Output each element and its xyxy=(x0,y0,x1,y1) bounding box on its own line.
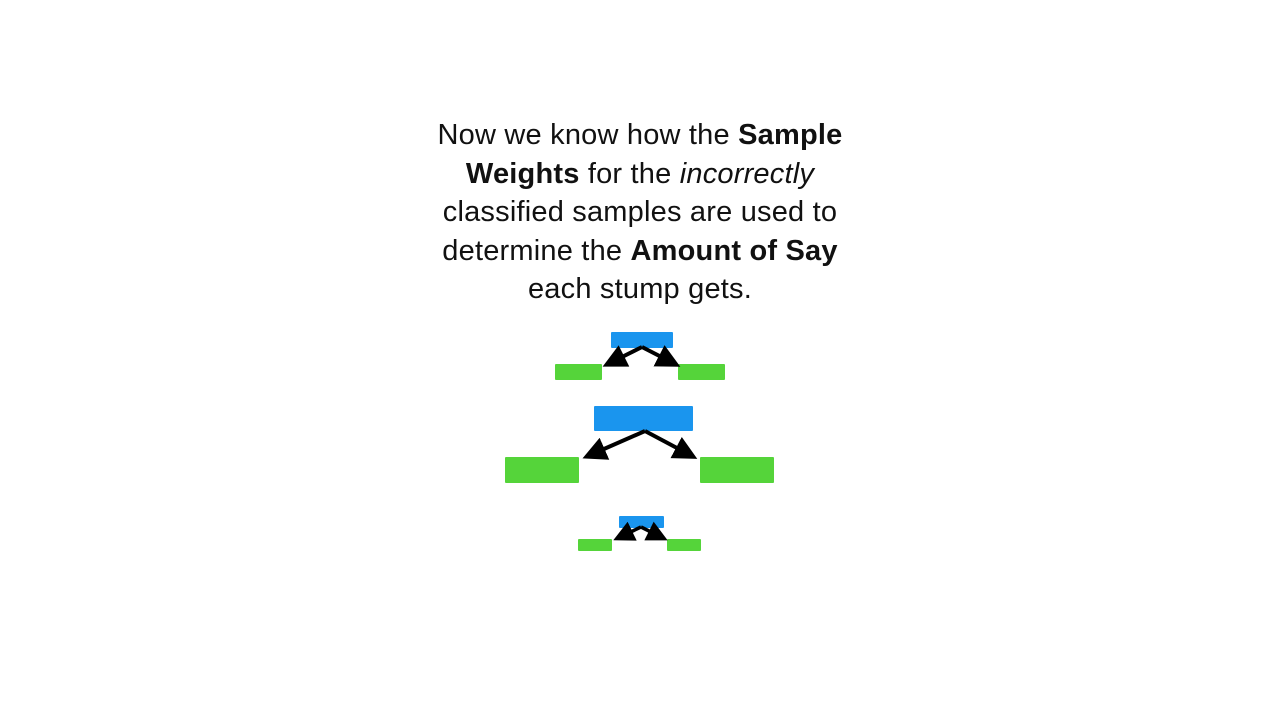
leaf-node-left xyxy=(555,364,602,380)
leaf-node-left xyxy=(578,539,612,551)
leaf-node-left xyxy=(505,457,579,483)
leaf-node-right xyxy=(678,364,725,380)
stump-smallest-bottom xyxy=(578,516,701,551)
arrow-right xyxy=(641,345,681,367)
arrow-left xyxy=(613,521,642,541)
root-node xyxy=(594,406,693,431)
root-node xyxy=(611,332,673,348)
arrow-right xyxy=(644,429,698,459)
slide: Now we know how the Sample Weights for t… xyxy=(0,0,1280,720)
arrow-right xyxy=(640,521,668,541)
leaf-node-right xyxy=(700,457,774,483)
stump-large-middle xyxy=(505,406,774,483)
stumps-diagram xyxy=(505,332,774,551)
arrow-left xyxy=(582,429,646,460)
arrow-left xyxy=(602,345,643,367)
stump-small-top xyxy=(555,332,725,380)
leaf-node-right xyxy=(667,539,701,551)
